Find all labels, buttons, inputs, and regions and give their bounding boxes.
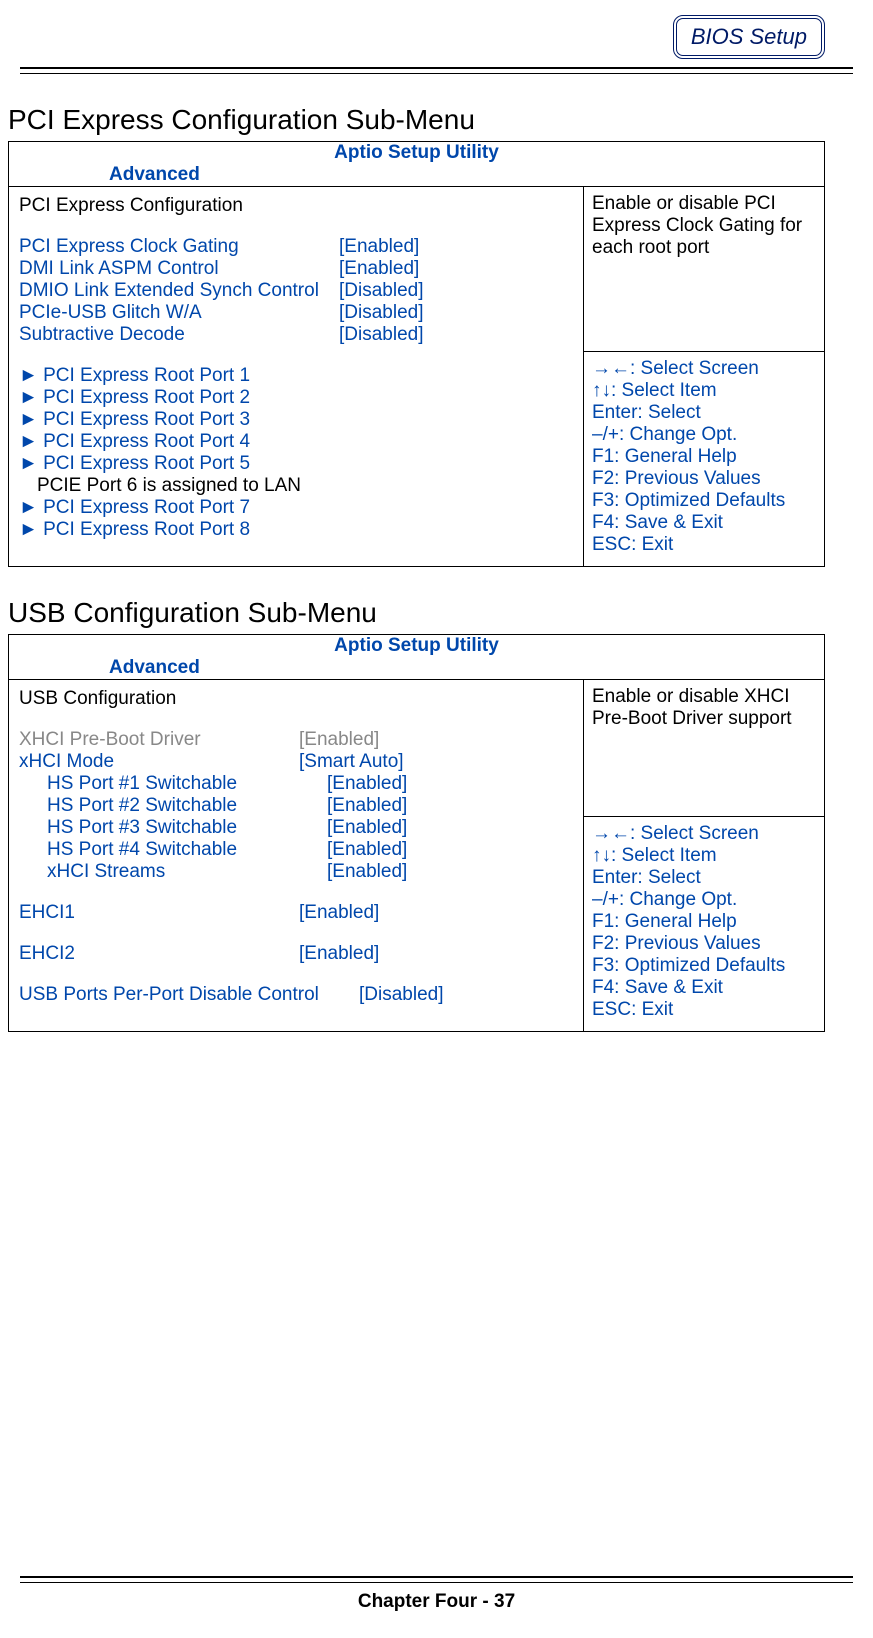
- hint-screen: →←: Select Screen: [592, 358, 816, 380]
- option-dmi-aspm[interactable]: DMI Link ASPM Control[Enabled]: [19, 258, 575, 280]
- usb-subtitle: USB Configuration: [19, 688, 575, 710]
- option-xhci-preboot: XHCI Pre-Boot Driver[Enabled]: [19, 729, 575, 751]
- hint-f3: F3: Optimized Defaults: [592, 490, 816, 512]
- submenu-port4[interactable]: ► PCI Express Root Port 4: [19, 431, 575, 453]
- option-clock-gating[interactable]: PCI Express Clock Gating[Enabled]: [19, 236, 575, 258]
- pci-bios-box: Aptio Setup Utility Advanced PCI Express…: [8, 141, 825, 567]
- help-text: Enable or disable PCI Express Clock Gati…: [584, 187, 824, 351]
- submenu-port3[interactable]: ► PCI Express Root Port 3: [19, 409, 575, 431]
- option-per-port[interactable]: USB Ports Per-Port Disable Control[Disab…: [19, 984, 575, 1006]
- submenu-port7[interactable]: ► PCI Express Root Port 7: [19, 497, 575, 519]
- hint-f1: F1: General Help: [592, 911, 816, 933]
- usb-section-title: USB Configuration Sub-Menu: [8, 597, 825, 629]
- footer-text: Chapter Four - 37: [0, 1591, 873, 1613]
- hint-change: –/+: Change Opt.: [592, 424, 816, 446]
- option-ehci2[interactable]: EHCI2[Enabled]: [19, 943, 575, 965]
- option-hs1[interactable]: HS Port #1 Switchable[Enabled]: [19, 773, 575, 795]
- option-subtractive[interactable]: Subtractive Decode[Disabled]: [19, 324, 575, 346]
- submenu-port8[interactable]: ► PCI Express Root Port 8: [19, 519, 575, 541]
- pci-subtitle: PCI Express Configuration: [19, 195, 575, 217]
- usb-bios-box: Aptio Setup Utility Advanced USB Configu…: [8, 634, 825, 1032]
- option-hs3[interactable]: HS Port #3 Switchable[Enabled]: [19, 817, 575, 839]
- hint-change: –/+: Change Opt.: [592, 889, 816, 911]
- key-hints: →←: Select Screen ↑↓: Select Item Enter:…: [584, 816, 824, 1031]
- port6-note: PCIE Port 6 is assigned to LAN: [19, 475, 575, 497]
- option-ehci1[interactable]: EHCI1[Enabled]: [19, 902, 575, 924]
- hint-select: Enter: Select: [592, 867, 816, 889]
- hint-item: ↑↓: Select Item: [592, 380, 816, 402]
- submenu-port2[interactable]: ► PCI Express Root Port 2: [19, 387, 575, 409]
- hint-esc: ESC: Exit: [592, 534, 816, 556]
- hint-f1: F1: General Help: [592, 446, 816, 468]
- hint-item: ↑↓: Select Item: [592, 845, 816, 867]
- option-hs4[interactable]: HS Port #4 Switchable[Enabled]: [19, 839, 575, 861]
- hint-f4: F4: Save & Exit: [592, 512, 816, 534]
- hint-select: Enter: Select: [592, 402, 816, 424]
- hint-f2: F2: Previous Values: [592, 468, 816, 490]
- option-pcie-usb[interactable]: PCIe-USB Glitch W/A[Disabled]: [19, 302, 575, 324]
- hint-f4: F4: Save & Exit: [592, 977, 816, 999]
- header-divider: [20, 67, 853, 74]
- hint-f3: F3: Optimized Defaults: [592, 955, 816, 977]
- hint-screen: →←: Select Screen: [592, 823, 816, 845]
- option-hs2[interactable]: HS Port #2 Switchable[Enabled]: [19, 795, 575, 817]
- pci-section-title: PCI Express Configuration Sub-Menu: [8, 104, 825, 136]
- advanced-tab[interactable]: Advanced: [109, 164, 200, 186]
- help-text: Enable or disable XHCI Pre-Boot Driver s…: [584, 680, 824, 816]
- option-xhci-streams[interactable]: xHCI Streams[Enabled]: [19, 861, 575, 883]
- submenu-port1[interactable]: ► PCI Express Root Port 1: [19, 365, 575, 387]
- utility-title: Aptio Setup Utility: [334, 635, 499, 656]
- utility-title: Aptio Setup Utility: [334, 142, 499, 163]
- submenu-port5[interactable]: ► PCI Express Root Port 5: [19, 453, 575, 475]
- hint-f2: F2: Previous Values: [592, 933, 816, 955]
- advanced-tab[interactable]: Advanced: [109, 657, 200, 679]
- option-xhci-mode[interactable]: xHCI Mode[Smart Auto]: [19, 751, 575, 773]
- hint-esc: ESC: Exit: [592, 999, 816, 1021]
- footer-divider: [20, 1576, 853, 1583]
- bios-setup-badge: BIOS Setup: [673, 15, 825, 59]
- option-dmio-ext[interactable]: DMIO Link Extended Synch Control[Disable…: [19, 280, 575, 302]
- key-hints: →←: Select Screen ↑↓: Select Item Enter:…: [584, 351, 824, 566]
